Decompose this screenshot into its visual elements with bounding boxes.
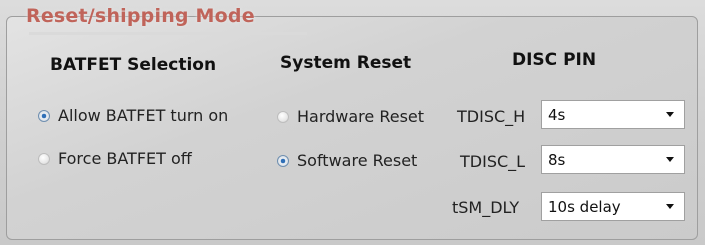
tdisc-h-value: 4s <box>548 105 566 124</box>
radio-force-batfet-off[interactable]: Force BATFET off <box>38 149 192 168</box>
radio-hardware-reset[interactable]: Hardware Reset <box>277 107 424 126</box>
chevron-down-icon[interactable] <box>666 204 674 209</box>
group-title-gap <box>29 32 307 35</box>
radio-button-icon[interactable] <box>277 110 289 123</box>
group-title: Reset/shipping Mode <box>26 5 255 27</box>
radio-button-icon[interactable] <box>277 154 289 167</box>
tdisc-l-label: TDISC_L <box>460 152 526 171</box>
chevron-down-icon[interactable] <box>666 157 674 162</box>
radio-label: Hardware Reset <box>297 107 425 126</box>
tdisc-l-value: 8s <box>548 150 566 169</box>
tsm-dly-value: 10s delay <box>548 197 621 216</box>
tsm-dly-select[interactable]: 10s delay <box>541 192 685 221</box>
system-reset-heading: System Reset <box>280 53 412 73</box>
radio-label: Force BATFET off <box>58 149 192 168</box>
disc-pin-heading: DISC PIN <box>512 50 597 70</box>
radio-button-icon[interactable] <box>38 152 50 165</box>
radio-label: Software Reset <box>297 151 418 170</box>
radio-allow-batfet-turn-on[interactable]: Allow BATFET turn on <box>38 106 228 125</box>
tsm-dly-label: tSM_DLY <box>452 198 520 217</box>
tdisc-h-label: TDISC_H <box>457 107 526 126</box>
chevron-down-icon[interactable] <box>666 112 674 117</box>
radio-software-reset[interactable]: Software Reset <box>277 151 417 170</box>
tdisc-l-select[interactable]: 8s <box>541 145 685 174</box>
radio-button-icon[interactable] <box>38 109 50 122</box>
radio-label: Allow BATFET turn on <box>58 106 229 125</box>
batfet-selection-heading: BATFET Selection <box>50 55 217 75</box>
tdisc-h-select[interactable]: 4s <box>541 100 685 129</box>
